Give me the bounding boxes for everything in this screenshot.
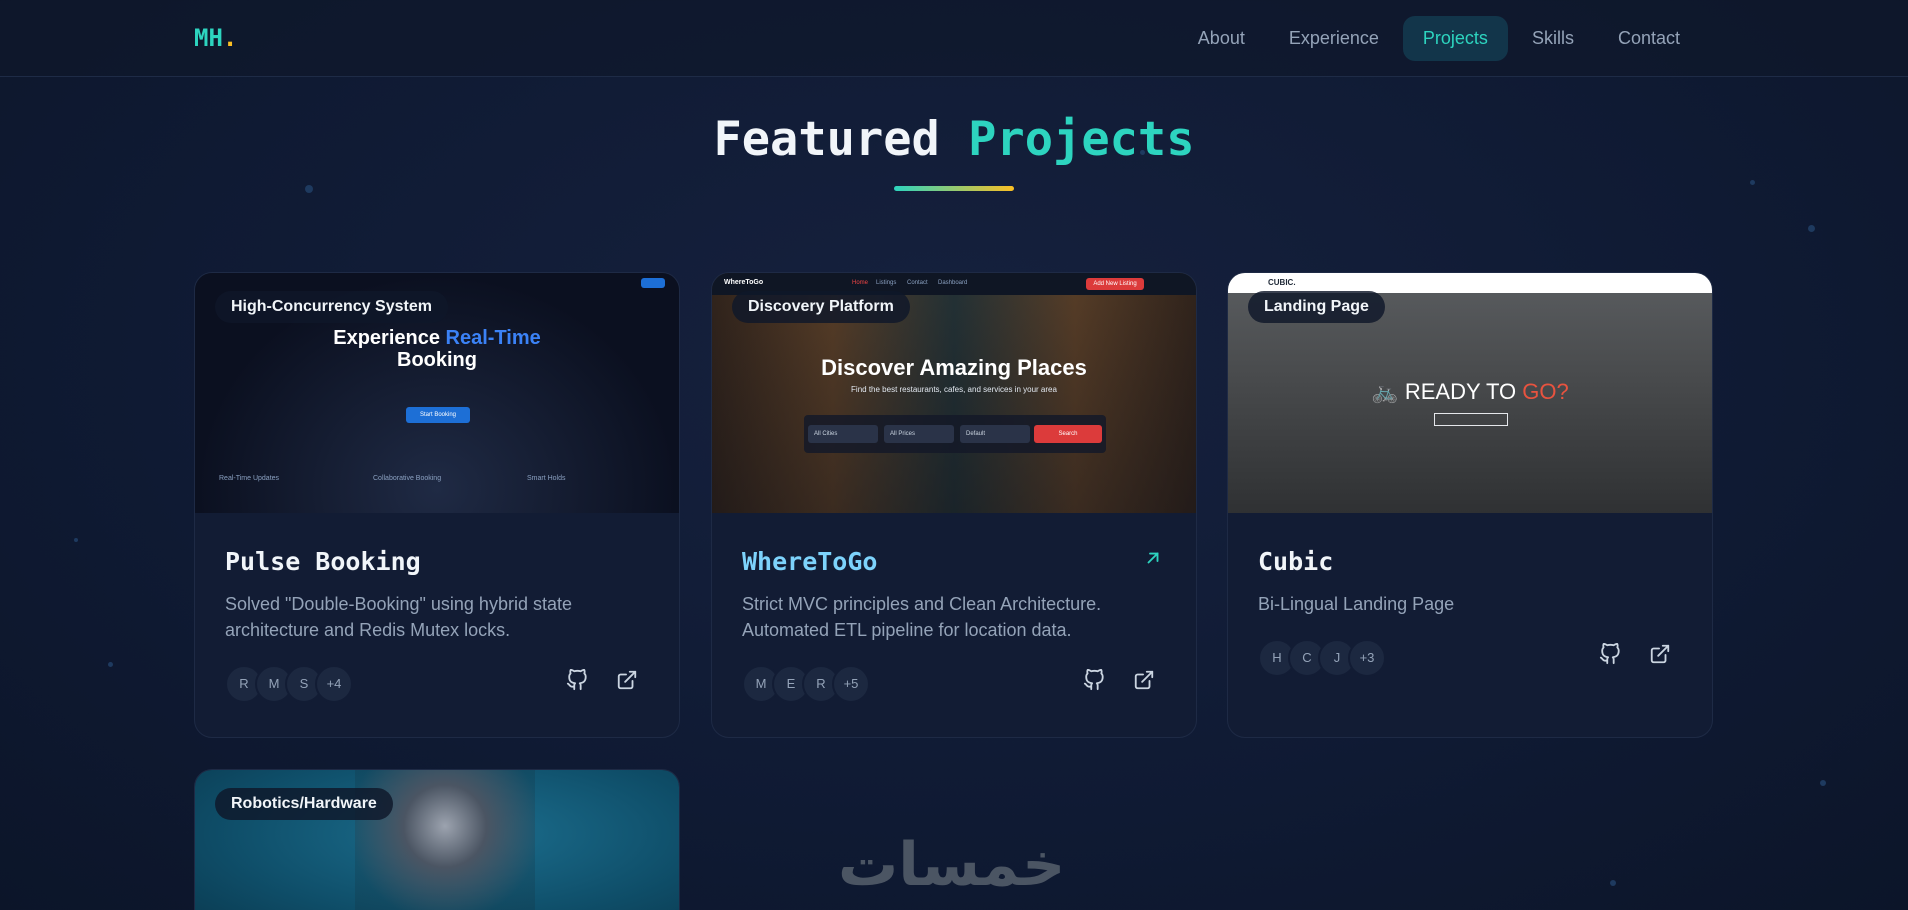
thumb-signin [641, 278, 665, 288]
thumb-menu-item: Contact [907, 280, 928, 286]
thumb-outline-button [1434, 413, 1508, 426]
category-badge: Robotics/Hardware [215, 788, 393, 820]
project-title[interactable]: WhereToGo [742, 547, 877, 576]
project-thumbnail[interactable]: Robotics/Hardware [195, 770, 679, 910]
thumb-topbar [1228, 273, 1712, 293]
nav-link-experience[interactable]: Experience [1269, 16, 1399, 61]
bg-dot [1820, 780, 1826, 786]
nav-link-projects[interactable]: Projects [1402, 16, 1508, 61]
category-badge: Landing Page [1248, 291, 1385, 323]
project-card-wheretogo[interactable]: WhereToGo Home Listings Contact Dashboar… [711, 272, 1197, 738]
thumb-search-button: Search [1034, 425, 1102, 443]
thumb-select: All Cities [808, 425, 878, 443]
tech-chip: +5 [832, 665, 870, 703]
thumb-subtitle: Find the best restaurants, cafes, and se… [851, 385, 1057, 394]
project-description: Bi-Lingual Landing Page [1258, 594, 1455, 614]
project-card-robotics[interactable]: Robotics/Hardware [194, 769, 680, 910]
bg-dot [1808, 225, 1815, 232]
project-card-cubic[interactable]: CUBIC. 🚲 READY TO GO? Landing Page Cubic… [1227, 272, 1713, 738]
tech-stack: M E R +5 [742, 665, 870, 703]
bg-dot [1610, 880, 1616, 886]
watermark-logo: خمسات [838, 830, 1066, 900]
top-navbar: MH. About Experience Projects Skills Con… [0, 0, 1908, 77]
category-badge: Discovery Platform [732, 291, 910, 323]
project-thumbnail[interactable]: WhereToGo Home Listings Contact Dashboar… [712, 273, 1196, 513]
category-badge: High-Concurrency System [215, 291, 448, 323]
thumb-brand: WhereToGo [724, 279, 764, 286]
thumb-feature: Real-Time Updates [219, 475, 280, 482]
thumb-feature: Smart Holds [527, 475, 566, 482]
thumb-hero: Discover Amazing Places [821, 355, 1087, 380]
project-thumbnail[interactable]: Experience Real-Time Booking Start Booki… [195, 273, 679, 513]
tech-chip: +3 [1348, 639, 1386, 677]
project-description: Solved "Double-Booking" using hybrid sta… [225, 594, 572, 640]
thumb-menu-item: Home [852, 280, 869, 286]
thumb-select: All Prices [884, 425, 954, 443]
thumb-menu-item: Listings [876, 280, 897, 286]
project-title: Pulse Booking [225, 547, 421, 576]
thumb-add-listing: Add New Listing [1086, 278, 1144, 290]
thumb-hero: 🚲 READY TO GO? [1371, 379, 1569, 404]
thumb-cta: Start Booking [406, 407, 470, 423]
tech-stack: H C J +3 [1258, 639, 1386, 677]
github-icon[interactable] [566, 668, 596, 699]
thumb-select: Default [960, 425, 1030, 443]
nav-link-contact[interactable]: Contact [1598, 16, 1700, 61]
nav-links: About Experience Projects Skills Contact [1178, 16, 1700, 61]
github-icon[interactable] [1599, 642, 1629, 673]
bg-dot [305, 185, 313, 193]
thumb-feature: Collaborative Booking [373, 475, 442, 482]
section-title: Featured Projects [713, 112, 1195, 167]
project-card-pulse-booking[interactable]: Experience Real-Time Booking Start Booki… [194, 272, 680, 738]
project-title: Cubic [1258, 547, 1334, 576]
title-underline [894, 186, 1014, 191]
bg-dot [74, 538, 78, 542]
project-thumbnail[interactable]: CUBIC. 🚲 READY TO GO? Landing Page [1228, 273, 1712, 513]
thumb-menu-item: Dashboard [938, 280, 968, 286]
tech-chip: +4 [315, 665, 353, 703]
tech-stack: R M S +4 [225, 665, 353, 703]
nav-link-about[interactable]: About [1178, 16, 1265, 61]
bg-dot [108, 662, 113, 667]
thumb-brand: CUBIC. [1268, 278, 1296, 287]
external-link-icon[interactable] [1649, 643, 1679, 673]
nav-link-skills[interactable]: Skills [1512, 16, 1594, 61]
external-link-icon[interactable] [616, 669, 646, 699]
arrow-up-right-icon[interactable] [1144, 547, 1162, 573]
external-link-icon[interactable] [1133, 669, 1163, 699]
github-icon[interactable] [1083, 668, 1113, 699]
project-description: Strict MVC principles and Clean Architec… [742, 594, 1102, 640]
thumb-hero: Experience Real-Time Booking [333, 327, 541, 371]
site-logo[interactable]: MH. [194, 24, 237, 52]
bg-dot [1750, 180, 1755, 185]
